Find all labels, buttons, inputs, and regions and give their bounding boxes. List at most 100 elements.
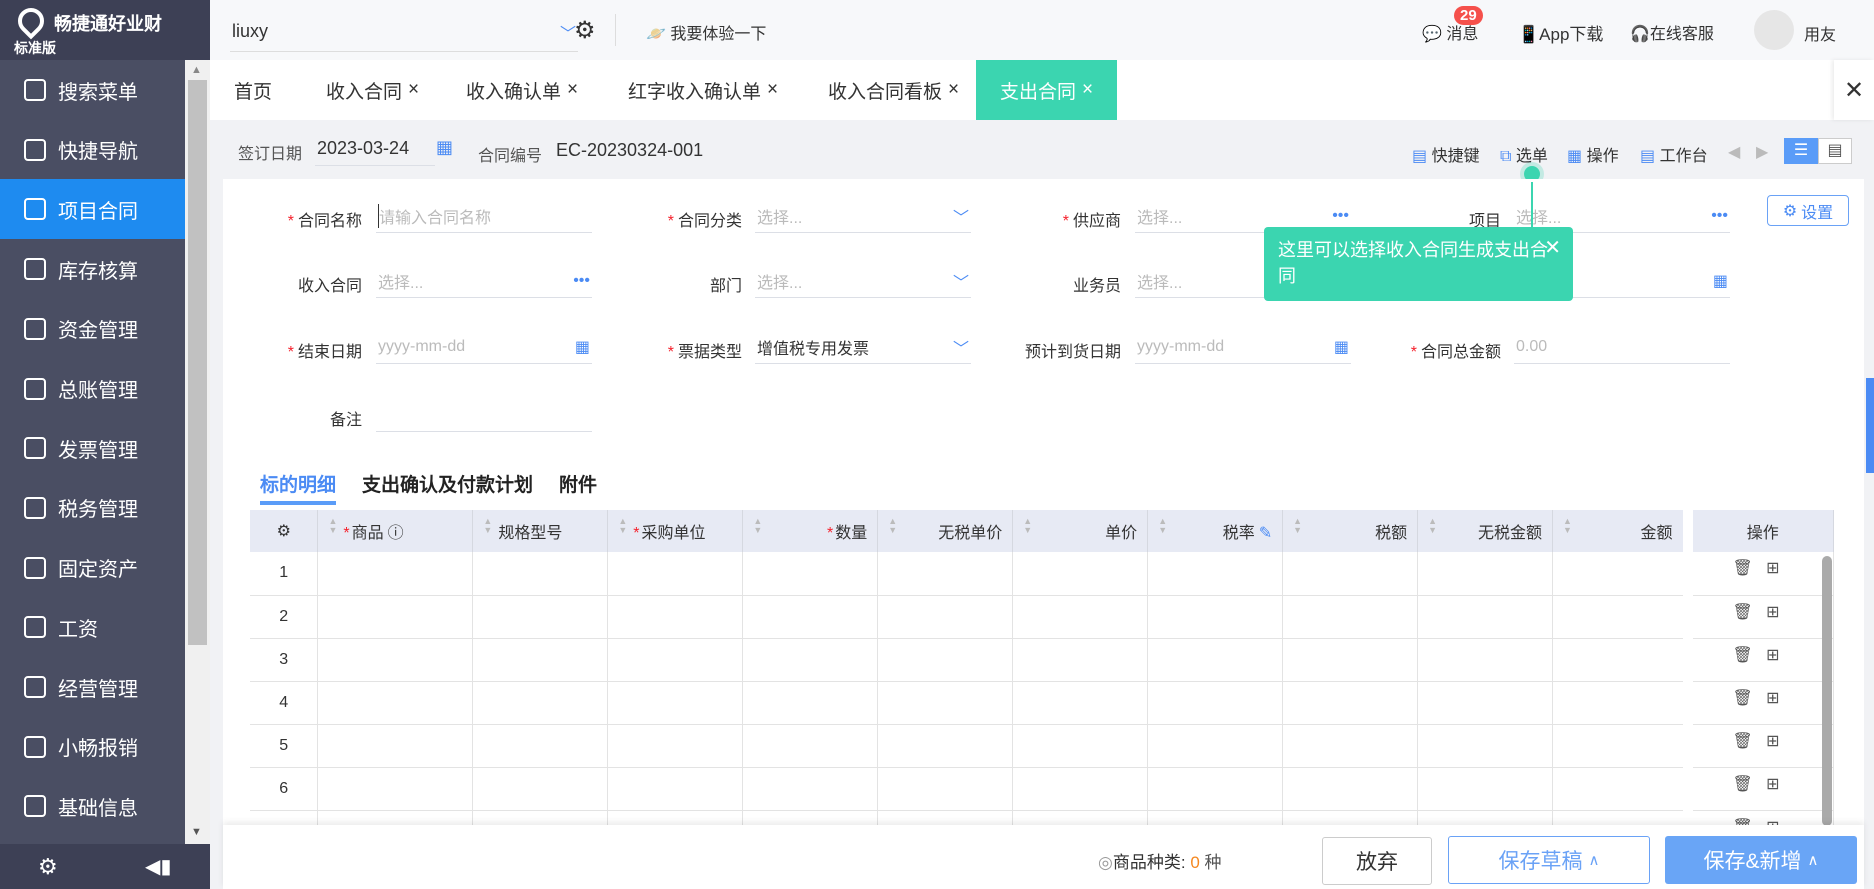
table-cell[interactable]: [877, 552, 1014, 596]
table-cell[interactable]: [742, 767, 879, 811]
table-cell[interactable]: [1012, 724, 1149, 768]
table-cell[interactable]: [1552, 767, 1688, 811]
more-icon[interactable]: •••: [1711, 207, 1728, 225]
calendar-icon[interactable]: ▦: [436, 137, 453, 158]
table-cell[interactable]: [1012, 638, 1149, 682]
delete-icon[interactable]: 🗑: [1733, 647, 1753, 664]
subtab-0[interactable]: 标的明细: [260, 470, 337, 505]
close-tab-icon[interactable]: ×: [1082, 79, 1093, 101]
delete-icon[interactable]: 🗑: [1733, 604, 1753, 621]
sort-icon[interactable]: ▲ ▼: [1158, 517, 1167, 535]
table-cell[interactable]: [472, 810, 609, 825]
table-cell[interactable]: [607, 681, 744, 725]
invoice-type-field[interactable]: 增值税专用发票 ﹀: [755, 330, 971, 364]
delete-icon[interactable]: 🗑: [1733, 560, 1753, 577]
tab-4[interactable]: 收入合同看板 ×: [828, 60, 959, 120]
contract-name-field[interactable]: 请输入合同名称: [376, 199, 592, 233]
online-service-button[interactable]: 🎧在线客服: [1630, 20, 1714, 44]
sort-icon[interactable]: ▲ ▼: [618, 517, 627, 535]
table-cell[interactable]: [607, 767, 744, 811]
table-cell[interactable]: [1417, 552, 1554, 596]
table-cell[interactable]: [1552, 681, 1688, 725]
subtab-2[interactable]: 附件: [559, 470, 597, 505]
discard-button[interactable]: 放弃: [1322, 837, 1432, 885]
table-cell[interactable]: [607, 595, 744, 639]
table-cell[interactable]: [1012, 810, 1149, 825]
table-cell[interactable]: [1417, 810, 1554, 825]
sidebar-item-9[interactable]: 工资: [0, 597, 185, 657]
sort-icon[interactable]: ▲ ▼: [328, 517, 337, 535]
total-amount-field[interactable]: 0.00: [1514, 330, 1730, 364]
gear-icon[interactable]: ⚙: [574, 16, 596, 45]
sidebar-item-6[interactable]: 发票管理: [0, 418, 185, 478]
table-cell[interactable]: [1552, 552, 1688, 596]
table-cell[interactable]: [1282, 595, 1419, 639]
table-cell[interactable]: [877, 638, 1014, 682]
table-cell[interactable]: [1552, 595, 1688, 639]
select-doc-button[interactable]: ⧉ 选单: [1500, 142, 1548, 166]
copy-add-icon[interactable]: ⊞: [1766, 776, 1779, 793]
table-cell[interactable]: [1147, 595, 1284, 639]
sort-icon[interactable]: ▲ ▼: [1023, 517, 1032, 535]
sort-icon[interactable]: ▲ ▼: [483, 517, 492, 535]
sidebar-item-7[interactable]: 税务管理: [0, 478, 185, 538]
copy-add-icon[interactable]: ⊞: [1766, 733, 1779, 750]
tab-1[interactable]: 收入合同 ×: [326, 60, 419, 120]
table-cell[interactable]: [877, 810, 1014, 825]
delete-icon[interactable]: 🗑: [1733, 733, 1753, 750]
user-name[interactable]: 用友: [1804, 21, 1836, 45]
sidebar-item-2[interactable]: 项目合同: [0, 179, 185, 240]
collapse-sidebar-icon[interactable]: ◀▮: [145, 854, 171, 879]
table-cell[interactable]: [1282, 552, 1419, 596]
table-cell[interactable]: [1282, 724, 1419, 768]
edit-icon[interactable]: ✎: [1259, 525, 1272, 542]
sidebar-scrollbar-thumb[interactable]: [188, 80, 207, 645]
prev-icon[interactable]: ◀: [1728, 142, 1740, 162]
copy-add-icon[interactable]: ⊞: [1766, 560, 1779, 577]
table-cell[interactable]: [317, 552, 474, 596]
table-scrollbar[interactable]: [1822, 556, 1832, 826]
copy-add-icon[interactable]: ⊞: [1766, 604, 1779, 621]
close-tab-icon[interactable]: ×: [767, 79, 778, 101]
save-draft-button[interactable]: 保存草稿 ∧: [1448, 836, 1650, 884]
close-tab-icon[interactable]: ×: [408, 79, 419, 101]
column-header[interactable]: ▲ ▼ 税额: [1282, 510, 1419, 552]
copy-add-icon[interactable]: ⊞: [1766, 690, 1779, 707]
table-cell[interactable]: [472, 638, 609, 682]
table-cell[interactable]: [742, 810, 879, 825]
table-cell[interactable]: [877, 724, 1014, 768]
sidebar-item-5[interactable]: 总账管理: [0, 359, 185, 419]
column-header[interactable]: ▲ ▼ 规格型号: [472, 510, 609, 552]
more-icon[interactable]: •••: [573, 272, 590, 290]
more-icon[interactable]: •••: [1332, 207, 1349, 225]
sort-icon[interactable]: ▲ ▼: [1293, 517, 1302, 535]
sidebar-item-11[interactable]: 小畅报销: [0, 717, 185, 777]
sort-icon[interactable]: ▲ ▼: [1428, 517, 1437, 535]
close-all-tabs-button[interactable]: ✕: [1834, 60, 1874, 120]
scroll-up-icon[interactable]: ▲: [191, 64, 202, 76]
table-cell[interactable]: [472, 724, 609, 768]
column-header[interactable]: ▲ ▼ 税率 ✎: [1147, 510, 1284, 552]
list-view-toggle[interactable]: ☰: [1784, 138, 1818, 164]
subtab-1[interactable]: 支出确认及付款计划: [362, 470, 533, 505]
table-cell[interactable]: [1417, 681, 1554, 725]
table-cell[interactable]: [1417, 595, 1554, 639]
column-header[interactable]: ▲ ▼ 金额: [1552, 510, 1688, 552]
workbench-button[interactable]: ▤ 工作台: [1640, 142, 1708, 166]
sidebar-item-1[interactable]: 快捷导航: [0, 120, 185, 180]
save-new-button[interactable]: 保存&新增 ∧: [1665, 836, 1857, 884]
table-cell[interactable]: [1552, 724, 1688, 768]
table-cell[interactable]: [317, 810, 474, 825]
table-cell[interactable]: [1282, 767, 1419, 811]
sidebar-item-3[interactable]: 库存核算: [0, 239, 185, 299]
operate-button[interactable]: ▦ 操作: [1567, 142, 1619, 166]
income-contract-field[interactable]: 选择... •••: [376, 264, 592, 298]
close-tab-icon[interactable]: ×: [948, 79, 959, 101]
remark-field[interactable]: [376, 398, 592, 432]
tab-2[interactable]: 收入确认单 ×: [466, 60, 578, 120]
table-cell[interactable]: [1282, 681, 1419, 725]
table-cell[interactable]: [1282, 810, 1419, 825]
table-cell[interactable]: [1147, 767, 1284, 811]
scroll-down-icon[interactable]: ▼: [191, 826, 202, 838]
table-cell[interactable]: [607, 810, 744, 825]
